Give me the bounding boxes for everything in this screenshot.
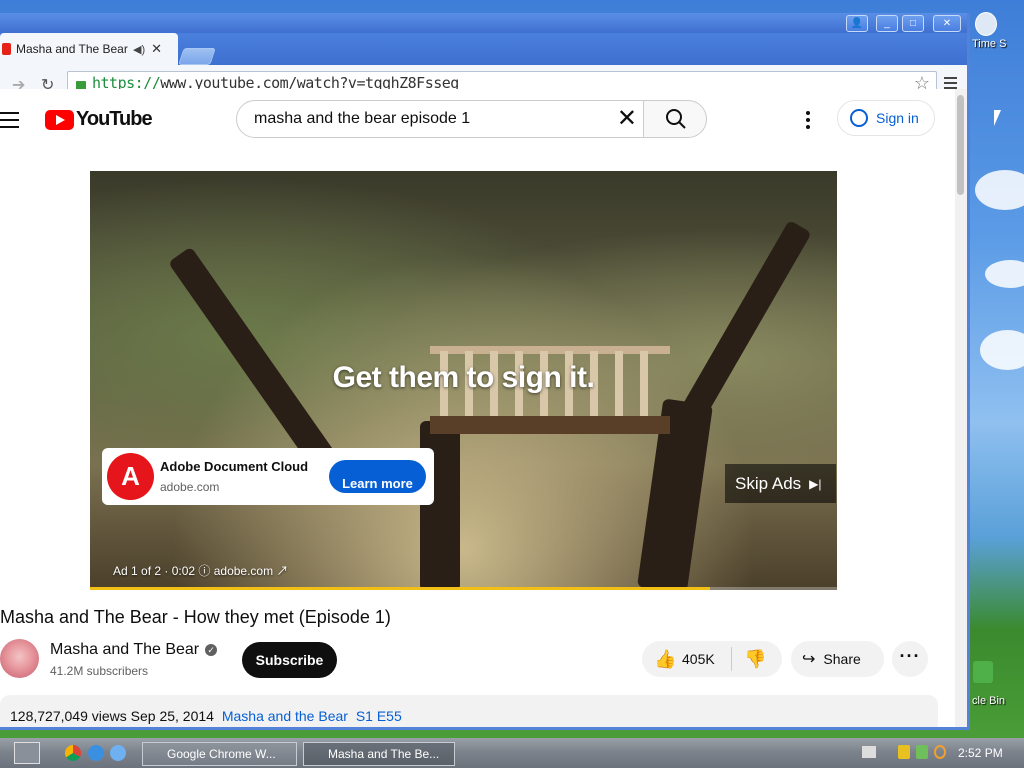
like-count[interactable]: 405K [682, 651, 715, 667]
scrollbar-thumb[interactable] [957, 95, 964, 195]
video-player[interactable]: Get them to sign it. A Adobe Document Cl… [90, 171, 837, 590]
share-button[interactable]: ↪ Share [791, 641, 884, 677]
youtube-favicon-icon [2, 43, 11, 55]
sign-in-button[interactable]: Sign in [837, 100, 935, 136]
youtube-page: YouTube ✕ Sign in [0, 89, 955, 727]
youtube-logo-text: YouTube [76, 108, 153, 130]
keyboard-tray-icon[interactable] [862, 746, 876, 758]
share-arrow-icon: ↪ [802, 651, 816, 668]
description-box[interactable]: 128,727,049 views Sep 25, 2014 Masha and… [0, 695, 938, 727]
episode-link[interactable]: S1 E55 [356, 708, 402, 724]
subscribe-button[interactable]: Subscribe [242, 642, 337, 678]
taskbar-task-chrome[interactable]: Google Chrome W... [142, 742, 297, 766]
ad-info: Ad 1 of 2 · 0:02 ⓘ adobe.com ↗ [113, 564, 289, 578]
new-tab-button[interactable] [178, 48, 216, 65]
taskbar-task-youtube[interactable]: Masha and The Be... [303, 742, 455, 766]
more-actions-icon[interactable]: ··· [892, 641, 928, 677]
close-window-button[interactable]: ✕ [933, 15, 961, 32]
taskbar-clock[interactable]: 2:52 PM [958, 746, 1003, 760]
desktop-icon-clock[interactable] [975, 12, 997, 36]
close-tab-icon[interactable]: ✕ [151, 41, 162, 57]
hamburger-menu-icon[interactable] [0, 112, 19, 133]
tab-title: Masha and The Bear - [16, 42, 131, 56]
mouse-cursor-icon [994, 110, 1001, 126]
learn-more-button[interactable]: Learn more [329, 460, 426, 493]
ad-headline: Get them to sign it. [332, 361, 595, 394]
skip-ads-button[interactable]: Skip Ads ▶| [725, 464, 836, 503]
settings-kebab-icon[interactable] [806, 111, 810, 132]
start-button[interactable] [14, 742, 40, 764]
youtube-play-icon [45, 109, 74, 130]
ad-progress-bar[interactable] [90, 587, 837, 590]
share-label: Share [823, 651, 861, 667]
subscriber-count: 41.2M subscribers [50, 664, 149, 678]
adobe-logo-icon: A [107, 453, 154, 500]
channel-name[interactable]: Masha and The Bear ✓ [50, 641, 218, 659]
recycle-bin-icon[interactable] [973, 661, 993, 683]
sign-in-label: Sign in [876, 110, 919, 126]
tree-branch [674, 219, 812, 433]
clear-search-icon[interactable]: ✕ [617, 107, 637, 131]
desktop-cloud [985, 260, 1024, 288]
account-icon [850, 109, 868, 127]
desktop-cloud [980, 330, 1024, 370]
ad-card[interactable]: A Adobe Document Cloud adobe.com Learn m… [102, 448, 434, 505]
skip-ads-label: Skip Ads [735, 473, 802, 493]
video-title: Masha and The Bear - How they met (Episo… [0, 607, 391, 627]
upload-date: Sep 25, 2014 [130, 708, 214, 724]
window-titlebar[interactable]: 👤 _ □ ✕ [0, 13, 967, 33]
minimize-button[interactable]: _ [876, 15, 898, 32]
advertiser-domain: adobe.com [160, 480, 220, 494]
verified-check-icon: ✓ [205, 644, 218, 656]
youtube-logo[interactable]: YouTube [45, 108, 153, 131]
series-link[interactable]: Masha and the Bear [222, 708, 348, 724]
description-meta: 128,727,049 views Sep 25, 2014 Masha and… [10, 708, 402, 724]
profile-icon[interactable]: 👤 [846, 15, 868, 32]
search-tray-icon[interactable] [934, 745, 946, 759]
ie-quicklaunch-icon[interactable] [88, 745, 104, 761]
channel-avatar[interactable] [0, 639, 39, 678]
audio-playing-icon[interactable]: ◀) [133, 43, 145, 56]
chrome-quicklaunch-icon[interactable] [65, 745, 81, 761]
channel-name-text: Masha and The Bear [50, 641, 200, 658]
security-tray-icon[interactable] [898, 745, 910, 759]
skip-next-icon: ▶| [809, 476, 822, 491]
page-scrollbar[interactable] [955, 89, 967, 727]
tab-active[interactable]: Masha and The Bear - ◀) ✕ [0, 33, 178, 65]
system-tray [862, 741, 1024, 767]
ad-progress-fill [90, 587, 710, 590]
advertiser-name: Adobe Document Cloud [160, 459, 309, 474]
search-input[interactable] [252, 109, 596, 129]
search-button[interactable] [643, 100, 707, 138]
chrome-window: 👤 _ □ ✕ Masha and The Bear - ◀) ✕ ➔ ↻ ht… [0, 13, 970, 730]
view-count: 128,727,049 views [10, 708, 127, 724]
search-icon [666, 109, 686, 129]
network-tray-icon[interactable] [916, 745, 928, 759]
taskbar: Google Chrome W... Masha and The Be... 2… [0, 738, 1024, 768]
like-thumb-icon[interactable]: 👍 [654, 649, 676, 670]
maximize-button[interactable]: □ [902, 15, 924, 32]
dislike-thumb-icon[interactable]: 👎 [744, 649, 766, 670]
recycle-bin-label: cle Bin [972, 695, 1006, 707]
desktop-icon-label: Time S [972, 38, 1007, 50]
desktop-cloud [975, 170, 1024, 210]
search-box: ✕ [236, 100, 644, 138]
like-dislike-group: 👍 405K 👎 [642, 641, 782, 677]
ie-alt-quicklaunch-icon[interactable] [110, 745, 126, 761]
